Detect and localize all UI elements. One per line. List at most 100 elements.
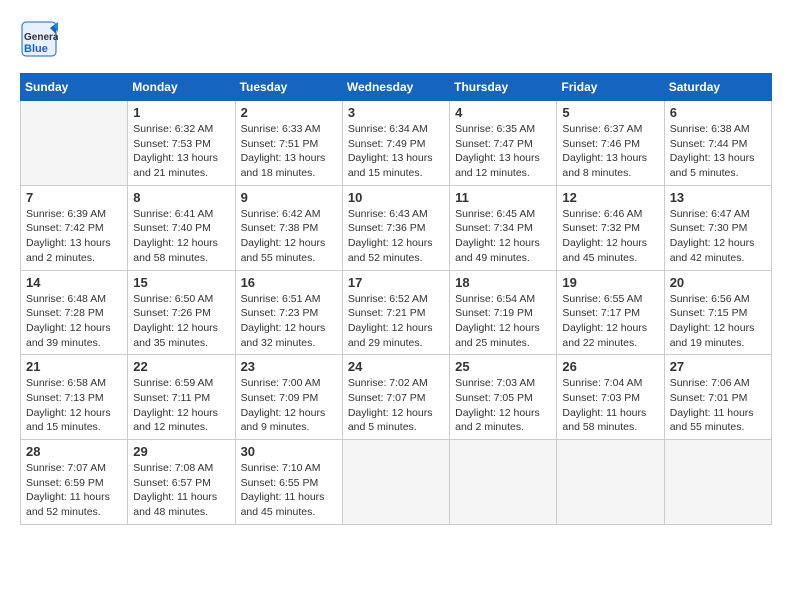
calendar-cell xyxy=(450,440,557,525)
calendar-cell xyxy=(664,440,771,525)
day-info: Sunrise: 6:43 AMSunset: 7:36 PMDaylight:… xyxy=(348,207,444,266)
calendar-week-row: 1Sunrise: 6:32 AMSunset: 7:53 PMDaylight… xyxy=(21,101,772,186)
calendar-week-row: 7 Sunrise: 6:39 AMSunset: 7:42 PMDaylight… xyxy=(21,185,772,270)
day-number: 23 xyxy=(241,359,337,374)
day-of-week-header: Friday xyxy=(557,74,664,101)
calendar-cell: 12 Sunrise: 6:46 AMSunset: 7:32 PMDayligh… xyxy=(557,185,664,270)
day-of-week-header: Saturday xyxy=(664,74,771,101)
day-number: 7 xyxy=(26,190,122,205)
calendar-cell: 14 Sunrise: 6:48 AMSunset: 7:28 PMDayligh… xyxy=(21,270,128,355)
day-number: 28 xyxy=(26,444,122,459)
day-number: 26 xyxy=(562,359,658,374)
day-info: Sunrise: 6:47 AMSunset: 7:30 PMDaylight:… xyxy=(670,207,766,266)
calendar-week-row: 21 Sunrise: 6:58 AMSunset: 7:13 PMDayligh… xyxy=(21,355,772,440)
day-number: 21 xyxy=(26,359,122,374)
day-info: Sunrise: 6:58 AMSunset: 7:13 PMDaylight:… xyxy=(26,376,122,435)
day-number: 5 xyxy=(562,105,658,120)
svg-text:General: General xyxy=(24,32,58,43)
day-number: 3 xyxy=(348,105,444,120)
day-of-week-header: Tuesday xyxy=(235,74,342,101)
day-info: Sunrise: 6:55 AMSunset: 7:17 PMDaylight:… xyxy=(562,292,658,351)
calendar-cell: 10 Sunrise: 6:43 AMSunset: 7:36 PMDayligh… xyxy=(342,185,449,270)
day-info: Sunrise: 6:39 AMSunset: 7:42 PMDaylight:… xyxy=(26,207,122,266)
day-of-week-header: Wednesday xyxy=(342,74,449,101)
day-number: 11 xyxy=(455,190,551,205)
calendar-cell: 16Sunrise: 6:51 AMSunset: 7:23 PMDayligh… xyxy=(235,270,342,355)
logo: General Blue xyxy=(20,20,58,63)
calendar-cell: 13 Sunrise: 6:47 AMSunset: 7:30 PMDayligh… xyxy=(664,185,771,270)
day-info: Sunrise: 7:00 AMSunset: 7:09 PMDaylight:… xyxy=(241,376,337,435)
page-header: General Blue xyxy=(20,20,772,63)
day-number: 10 xyxy=(348,190,444,205)
day-info: Sunrise: 6:45 AMSunset: 7:34 PMDaylight:… xyxy=(455,207,551,266)
calendar-cell: 15 Sunrise: 6:50 AMSunset: 7:26 PMDayligh… xyxy=(128,270,235,355)
day-info: Sunrise: 6:54 AMSunset: 7:19 PMDaylight:… xyxy=(455,292,551,351)
calendar-cell: 25 Sunrise: 7:03 AMSunset: 7:05 PMDayligh… xyxy=(450,355,557,440)
day-info: Sunrise: 6:33 AMSunset: 7:51 PMDaylight:… xyxy=(241,122,337,181)
calendar-cell: 23 Sunrise: 7:00 AMSunset: 7:09 PMDayligh… xyxy=(235,355,342,440)
calendar-cell xyxy=(342,440,449,525)
day-number: 12 xyxy=(562,190,658,205)
calendar-cell: 8 Sunrise: 6:41 AMSunset: 7:40 PMDaylight… xyxy=(128,185,235,270)
day-info: Sunrise: 6:42 AMSunset: 7:38 PMDaylight:… xyxy=(241,207,337,266)
day-number: 24 xyxy=(348,359,444,374)
calendar-cell: 21 Sunrise: 6:58 AMSunset: 7:13 PMDayligh… xyxy=(21,355,128,440)
svg-text:Blue: Blue xyxy=(24,43,48,55)
calendar-cell xyxy=(557,440,664,525)
day-info: Sunrise: 6:48 AMSunset: 7:28 PMDaylight:… xyxy=(26,292,122,351)
calendar-cell: 29Sunrise: 7:08 AMSunset: 6:57 PMDayligh… xyxy=(128,440,235,525)
calendar-cell: 2 Sunrise: 6:33 AMSunset: 7:51 PMDaylight… xyxy=(235,101,342,186)
calendar-cell: 30Sunrise: 7:10 AMSunset: 6:55 PMDayligh… xyxy=(235,440,342,525)
calendar-cell: 22 Sunrise: 6:59 AMSunset: 7:11 PMDayligh… xyxy=(128,355,235,440)
day-of-week-header: Monday xyxy=(128,74,235,101)
day-info: Sunrise: 6:56 AMSunset: 7:15 PMDaylight:… xyxy=(670,292,766,351)
day-info: Sunrise: 6:52 AMSunset: 7:21 PMDaylight:… xyxy=(348,292,444,351)
day-info: Sunrise: 6:38 AMSunset: 7:44 PMDaylight:… xyxy=(670,122,766,181)
day-number: 15 xyxy=(133,275,229,290)
calendar-cell: 5 Sunrise: 6:37 AMSunset: 7:46 PMDaylight… xyxy=(557,101,664,186)
day-info: Sunrise: 6:41 AMSunset: 7:40 PMDaylight:… xyxy=(133,207,229,266)
day-info: Sunrise: 6:51 AMSunset: 7:23 PMDaylight:… xyxy=(241,292,337,351)
calendar-cell xyxy=(21,101,128,186)
calendar-cell: 24 Sunrise: 7:02 AMSunset: 7:07 PMDayligh… xyxy=(342,355,449,440)
day-info: Sunrise: 6:46 AMSunset: 7:32 PMDaylight:… xyxy=(562,207,658,266)
day-number: 17 xyxy=(348,275,444,290)
day-info: Sunrise: 6:35 AMSunset: 7:47 PMDaylight:… xyxy=(455,122,551,181)
day-info: Sunrise: 6:37 AMSunset: 7:46 PMDaylight:… xyxy=(562,122,658,181)
day-number: 9 xyxy=(241,190,337,205)
calendar-cell: 26 Sunrise: 7:04 AMSunset: 7:03 PMDayligh… xyxy=(557,355,664,440)
day-number: 2 xyxy=(241,105,337,120)
calendar-cell: 17 Sunrise: 6:52 AMSunset: 7:21 PMDayligh… xyxy=(342,270,449,355)
day-number: 6 xyxy=(670,105,766,120)
day-of-week-header: Sunday xyxy=(21,74,128,101)
day-info: Sunrise: 6:50 AMSunset: 7:26 PMDaylight:… xyxy=(133,292,229,351)
day-number: 8 xyxy=(133,190,229,205)
day-number: 13 xyxy=(670,190,766,205)
calendar-cell: 1Sunrise: 6:32 AMSunset: 7:53 PMDaylight… xyxy=(128,101,235,186)
calendar-cell: 28 Sunrise: 7:07 AMSunset: 6:59 PMDayligh… xyxy=(21,440,128,525)
logo-icon: General Blue xyxy=(20,20,58,63)
day-info: Sunrise: 6:59 AMSunset: 7:11 PMDaylight:… xyxy=(133,376,229,435)
day-info: Sunrise: 7:04 AMSunset: 7:03 PMDaylight:… xyxy=(562,376,658,435)
day-number: 1 xyxy=(133,105,229,120)
day-number: 25 xyxy=(455,359,551,374)
calendar-week-row: 14 Sunrise: 6:48 AMSunset: 7:28 PMDayligh… xyxy=(21,270,772,355)
calendar-cell: 20Sunrise: 6:56 AMSunset: 7:15 PMDayligh… xyxy=(664,270,771,355)
day-number: 30 xyxy=(241,444,337,459)
day-number: 22 xyxy=(133,359,229,374)
calendar-cell: 11 Sunrise: 6:45 AMSunset: 7:34 PMDayligh… xyxy=(450,185,557,270)
calendar-cell: 4 Sunrise: 6:35 AMSunset: 7:47 PMDaylight… xyxy=(450,101,557,186)
day-info: Sunrise: 7:08 AMSunset: 6:57 PMDaylight:… xyxy=(133,461,229,520)
day-info: Sunrise: 7:03 AMSunset: 7:05 PMDaylight:… xyxy=(455,376,551,435)
calendar-table: SundayMondayTuesdayWednesdayThursdayFrid… xyxy=(20,73,772,525)
calendar-cell: 18 Sunrise: 6:54 AMSunset: 7:19 PMDayligh… xyxy=(450,270,557,355)
calendar-cell: 3Sunrise: 6:34 AMSunset: 7:49 PMDaylight… xyxy=(342,101,449,186)
day-number: 14 xyxy=(26,275,122,290)
day-info: Sunrise: 7:07 AMSunset: 6:59 PMDaylight:… xyxy=(26,461,122,520)
calendar-header-row: SundayMondayTuesdayWednesdayThursdayFrid… xyxy=(21,74,772,101)
day-number: 18 xyxy=(455,275,551,290)
calendar-cell: 6 Sunrise: 6:38 AMSunset: 7:44 PMDaylight… xyxy=(664,101,771,186)
day-info: Sunrise: 7:02 AMSunset: 7:07 PMDaylight:… xyxy=(348,376,444,435)
day-number: 19 xyxy=(562,275,658,290)
day-number: 4 xyxy=(455,105,551,120)
